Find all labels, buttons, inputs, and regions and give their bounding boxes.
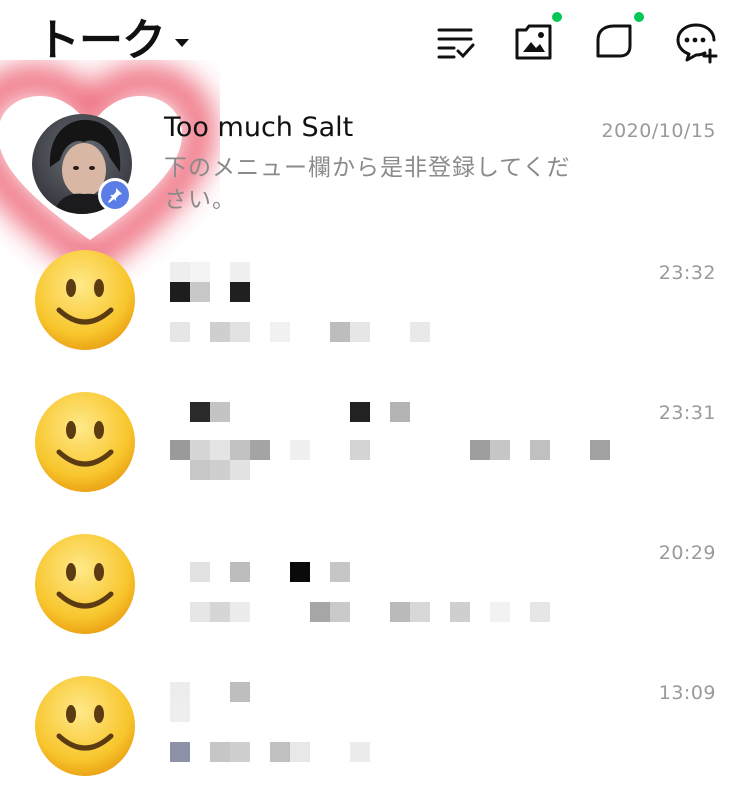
pin-icon (98, 178, 132, 212)
chat-row[interactable]: 13:09 (0, 666, 750, 806)
chat-time: 2020/10/15 (601, 120, 716, 142)
smiley-emoji-icon (35, 250, 135, 350)
smiley-emoji-icon (35, 534, 135, 634)
chat-row[interactable]: 23:32 (0, 240, 750, 380)
chat-list: Too much Salt 2020/10/15 下のメニュー欄から是非登録して… (0, 0, 750, 806)
avatar[interactable] (33, 248, 137, 352)
chat-row[interactable]: 23:31 (0, 382, 750, 522)
chat-time: 23:31 (658, 402, 716, 424)
chat-time: 23:32 (658, 262, 716, 284)
smiley-emoji-icon (35, 392, 135, 492)
chat-row-pinned[interactable]: Too much Salt 2020/10/15 下のメニュー欄から是非登録して… (0, 64, 750, 279)
talk-screen: トーク Too much Salt 2020/10/15 下のメニュー欄から是非… (0, 0, 750, 806)
chat-time: 13:09 (658, 682, 716, 704)
smiley-emoji-icon (35, 676, 135, 776)
avatar[interactable] (33, 390, 137, 494)
chat-preview: 下のメニュー欄から是非登録してください。 (164, 155, 571, 213)
chat-name: Too much Salt (164, 112, 354, 143)
avatar[interactable] (33, 674, 137, 778)
chat-row[interactable]: 20:29 (0, 524, 750, 664)
avatar[interactable] (33, 532, 137, 636)
chat-time: 20:29 (658, 542, 716, 564)
